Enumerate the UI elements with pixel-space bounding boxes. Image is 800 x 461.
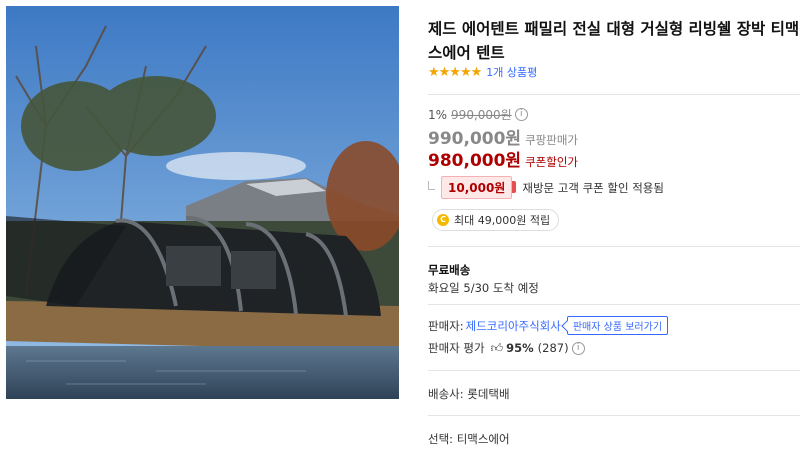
thumbs-up-icon: 👍︎ [490, 340, 504, 355]
original-price-row: 1% 990,000원 i [428, 106, 528, 123]
divider [428, 304, 800, 305]
info-icon[interactable]: i [571, 341, 585, 355]
seller-label: 판매자: [428, 318, 464, 333]
rating-row: ★★★★★ 1개 상품평 [428, 64, 537, 80]
tent-photo [6, 6, 399, 399]
arrival-date: 화요일 5/30 도착 예정 [428, 281, 539, 295]
seller-rating-percent: 95% [506, 341, 534, 355]
original-price: 990,000원 [451, 108, 512, 122]
product-title: 제드 에어텐트 패밀리 전실 대형 거실형 리빙쉘 장박 티맥스에어 텐트 [428, 20, 800, 62]
points-badge: C 최대 49,000원 적립 [432, 209, 560, 231]
star-rating-icon: ★★★★★ [428, 64, 482, 80]
divider [428, 94, 800, 95]
seller-products-button[interactable]: 판매자 상품 보러가기 [566, 316, 669, 335]
divider [428, 370, 800, 371]
coupon-price: 980,000원 [428, 151, 522, 171]
seller-rating-row: 판매자 평가 👍︎ 95% (287) i [428, 340, 585, 356]
selected-option: 선택: 티맥스에어 [428, 432, 510, 446]
coupon-price-label: 쿠폰할인가 [525, 155, 578, 169]
product-image[interactable] [6, 6, 399, 399]
corner-line [428, 181, 435, 190]
courier-info: 배송사: 롯데택배 [428, 387, 510, 401]
seller-name-link[interactable]: 제드코리아주식회사 [466, 318, 561, 334]
coupon-row: 10,000원 재방문 고객 쿠폰 할인 적용됨 [428, 176, 664, 199]
seller-row: 판매자: 제드코리아주식회사 판매자 상품 보러가기 [428, 316, 669, 335]
seller-rating-count: (287) [537, 341, 569, 355]
divider [428, 415, 800, 416]
shipping-title: 무료배송 [428, 263, 471, 277]
discount-rate: 1% [428, 107, 448, 122]
info-icon[interactable]: i [514, 108, 528, 121]
cash-coin-icon: C [437, 214, 449, 226]
coupon-description: 재방문 고객 쿠폰 할인 적용됨 [522, 180, 664, 195]
coupon-price-row: 980,000원 쿠폰할인가 [428, 146, 578, 171]
review-count-link[interactable]: 1개 상품평 [486, 64, 537, 80]
coupon-tag: 10,000원 [441, 176, 517, 199]
seller-rating-label: 판매자 평가 [428, 341, 485, 355]
divider [428, 246, 800, 247]
points-text: 최대 49,000원 적립 [454, 214, 551, 227]
